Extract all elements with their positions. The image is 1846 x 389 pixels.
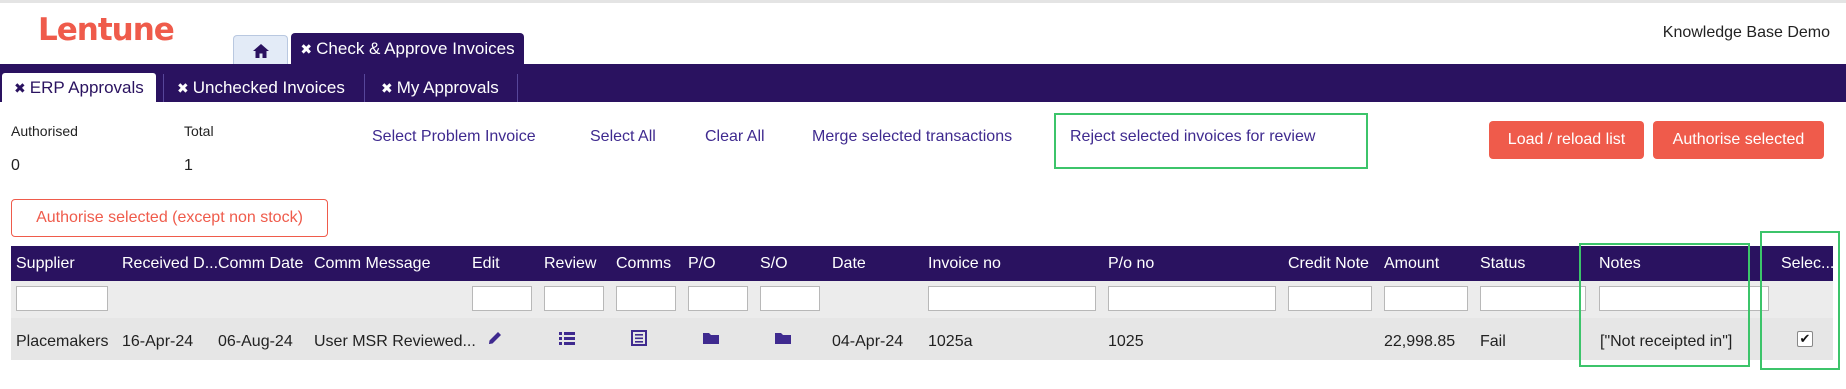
close-icon[interactable]: ✖ — [381, 80, 393, 97]
column-header[interactable]: S/O — [760, 255, 788, 273]
so-filter-input[interactable] — [760, 286, 820, 311]
comms-filter-input[interactable] — [616, 286, 676, 311]
divider — [517, 74, 518, 102]
status-cell: Fail — [1480, 333, 1506, 350]
divider — [364, 74, 365, 102]
column-header[interactable]: Received D... — [122, 255, 218, 273]
date-cell: 04-Apr-24 — [832, 333, 904, 350]
authorise-except-non-stock-button[interactable]: Authorise selected (except non stock) — [11, 199, 328, 237]
column-header[interactable]: Edit — [472, 255, 500, 273]
column-header[interactable]: Comms — [616, 255, 671, 273]
clear-all-link[interactable]: Clear All — [705, 128, 765, 146]
subtab-unchecked-invoices[interactable]: ✖ Unchecked Invoices — [165, 74, 357, 102]
column-header[interactable]: Review — [544, 255, 596, 273]
supplier-filter-input[interactable] — [16, 286, 108, 311]
column-header[interactable]: P/o no — [1108, 255, 1154, 273]
invoice-no-filter-input[interactable] — [928, 286, 1096, 311]
tab-label: Check & Approve Invoices — [316, 39, 515, 58]
column-header[interactable]: Invoice no — [928, 255, 1001, 273]
column-header[interactable]: Supplier — [16, 255, 75, 273]
close-icon[interactable]: ✖ — [300, 41, 312, 58]
select-all-link[interactable]: Select All — [590, 128, 656, 146]
subtab-label: My Approvals — [396, 78, 499, 97]
column-header[interactable]: Comm Message — [314, 255, 430, 273]
status-filter-input[interactable] — [1480, 286, 1586, 311]
select-problem-invoice-link[interactable]: Select Problem Invoice — [372, 128, 536, 146]
po-filter-input[interactable] — [688, 286, 748, 311]
subtab-label: Unchecked Invoices — [192, 78, 345, 97]
folder-icon[interactable] — [702, 329, 720, 347]
highlight-box — [1054, 113, 1368, 169]
merge-transactions-link[interactable]: Merge selected transactions — [812, 128, 1012, 146]
load-reload-button[interactable]: Load / reload list — [1489, 121, 1644, 159]
subtab-my-approvals[interactable]: ✖ My Approvals — [369, 74, 511, 102]
comm-date-cell: 06-Aug-24 — [218, 333, 293, 350]
column-header[interactable]: Amount — [1384, 255, 1439, 273]
total-label: Total — [184, 123, 214, 139]
review-filter-input[interactable] — [544, 286, 604, 311]
document-icon[interactable] — [630, 329, 648, 347]
comm-message-cell: User MSR Reviewed... — [314, 333, 476, 350]
column-header[interactable]: P/O — [688, 255, 716, 273]
account-name[interactable]: Knowledge Base Demo — [1663, 24, 1830, 42]
lentune-logo: Lentune — [38, 12, 175, 48]
list-icon[interactable] — [558, 329, 576, 347]
top-border — [0, 0, 1846, 3]
po-no-filter-input[interactable] — [1108, 286, 1276, 311]
supplier-cell: Placemakers — [16, 333, 109, 350]
authorised-label: Authorised — [11, 123, 78, 139]
column-header[interactable]: Comm Date — [218, 255, 303, 273]
subtab-label: ERP Approvals — [29, 78, 144, 97]
home-tab[interactable] — [233, 35, 288, 65]
amount-cell: 22,998.85 — [1384, 333, 1456, 350]
column-header[interactable]: Date — [832, 255, 866, 273]
pencil-icon[interactable] — [486, 329, 504, 347]
total-value: 1 — [184, 157, 193, 174]
tab-check-approve-invoices[interactable]: ✖ Check & Approve Invoices — [291, 33, 524, 65]
edit-filter-input[interactable] — [472, 286, 532, 311]
column-header[interactable]: Status — [1480, 255, 1525, 273]
folder-icon[interactable] — [774, 329, 792, 347]
po-no-cell: 1025 — [1108, 333, 1144, 350]
credit-note-filter-input[interactable] — [1288, 286, 1372, 311]
close-icon[interactable]: ✖ — [177, 80, 189, 97]
close-icon[interactable]: ✖ — [14, 80, 26, 97]
divider — [163, 74, 164, 102]
highlight-box — [1579, 243, 1750, 367]
authorise-selected-button[interactable]: Authorise selected — [1653, 121, 1824, 159]
invoice-no-cell: 1025a — [928, 333, 973, 350]
subtab-erp-approvals[interactable]: ✖ ERP Approvals — [2, 73, 156, 103]
amount-filter-input[interactable] — [1384, 286, 1468, 311]
highlight-box — [1760, 231, 1840, 370]
received-cell: 16-Apr-24 — [122, 333, 194, 350]
home-icon — [252, 43, 269, 58]
authorised-value: 0 — [11, 157, 20, 174]
column-header[interactable]: Credit Note — [1288, 255, 1369, 273]
